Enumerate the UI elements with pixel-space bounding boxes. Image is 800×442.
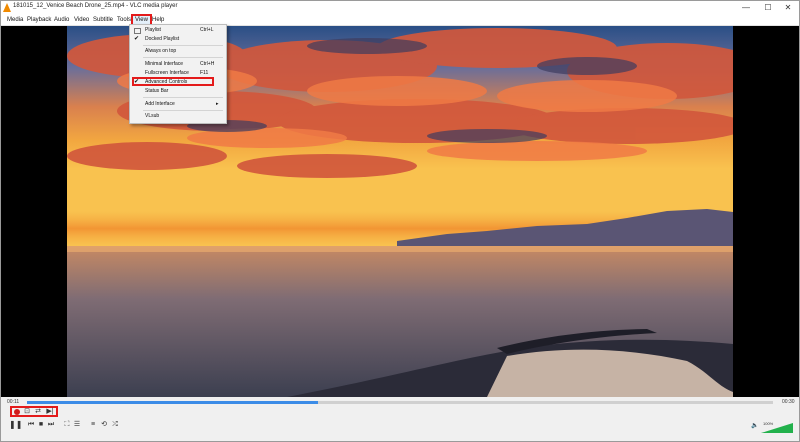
extended-settings-button[interactable]: ☰ <box>73 421 81 429</box>
menu-playback[interactable]: Playback <box>27 16 51 24</box>
title-bar: 181015_12_Venice Beach Drone_25.mp4 - VL… <box>1 1 799 15</box>
vlc-window: 181015_12_Venice Beach Drone_25.mp4 - VL… <box>0 0 800 442</box>
fullscreen-button[interactable]: ⛶ <box>63 421 71 429</box>
menu-separator <box>143 57 223 58</box>
check-icon: ✔ <box>134 36 140 42</box>
pause-icon: ❚❚ <box>9 420 23 429</box>
menu-video[interactable]: Video <box>74 16 89 24</box>
window-title: 181015_12_Venice Beach Drone_25.mp4 - VL… <box>13 3 178 9</box>
menu-subtitle[interactable]: Subtitle <box>93 16 113 24</box>
menu-tools[interactable]: Tools <box>117 16 131 24</box>
shuffle-icon: ⤮ <box>112 421 118 428</box>
record-icon <box>14 409 20 415</box>
menu-separator <box>143 110 223 111</box>
snapshot-icon: ⊡ <box>24 408 30 415</box>
menu-item-status-bar[interactable]: Status Bar <box>130 87 226 96</box>
loop-button[interactable]: ⟲ <box>100 421 108 429</box>
minimize-button[interactable]: — <box>735 1 757 15</box>
frame-step-icon: ▶| <box>46 408 54 415</box>
control-bar: 00:11 00:30 <box>1 397 799 441</box>
pause-button[interactable]: ❚❚ <box>9 420 23 429</box>
volume-percent: 100% <box>763 421 774 426</box>
vlc-cone-icon <box>3 3 11 12</box>
menu-item-add-interface[interactable]: Add Interface ▸ <box>130 100 226 109</box>
snapshot-button[interactable]: ⊡ <box>23 408 31 416</box>
previous-icon: ⏮ <box>27 421 35 428</box>
elapsed-time: 00:11 <box>7 399 20 405</box>
close-button[interactable]: ✕ <box>777 1 799 15</box>
total-time: 00:30 <box>782 399 795 405</box>
playlist-icon <box>134 28 141 34</box>
seek-progress <box>27 401 318 404</box>
mute-button[interactable]: 🔈 <box>751 422 759 430</box>
record-button[interactable] <box>13 408 21 416</box>
menu-separator <box>143 97 223 98</box>
view-menu-dropdown: Playlist Ctrl+L ✔ Docked Playlist Always… <box>129 24 227 124</box>
menu-item-playlist[interactable]: Playlist Ctrl+L <box>130 26 226 35</box>
playlist-button[interactable]: ≡ <box>89 421 97 429</box>
menu-item-vlsub[interactable]: VLsub <box>130 112 226 121</box>
loop-ab-icon: ⇄ <box>35 408 41 415</box>
previous-button[interactable]: ⏮ <box>27 421 35 429</box>
next-icon: ⏭ <box>47 421 55 428</box>
playlist-icon: ≡ <box>90 421 96 428</box>
submenu-arrow-icon: ▸ <box>216 101 219 107</box>
menu-bar: Media Playback Audio Video Subtitle Tool… <box>1 14 799 26</box>
loop-icon: ⟲ <box>101 421 107 428</box>
seek-bar[interactable] <box>27 401 773 404</box>
advanced-controls-highlight <box>132 77 214 86</box>
menu-item-minimal-interface[interactable]: Minimal Interface Ctrl+H <box>130 60 226 69</box>
extended-settings-icon: ☰ <box>73 421 81 428</box>
speaker-icon: 🔈 <box>751 423 759 429</box>
next-button[interactable]: ⏭ <box>47 421 55 429</box>
menu-separator <box>143 45 223 46</box>
video-area[interactable] <box>1 26 799 397</box>
menu-media[interactable]: Media <box>7 16 23 24</box>
menu-view[interactable]: View <box>131 14 152 26</box>
stop-button[interactable]: ■ <box>37 421 45 429</box>
menu-item-always-on-top[interactable]: Always on top <box>130 47 226 56</box>
shuffle-button[interactable]: ⤮ <box>111 421 119 429</box>
loop-ab-button[interactable]: ⇄ <box>34 408 42 416</box>
menu-item-docked-playlist[interactable]: ✔ Docked Playlist <box>130 35 226 44</box>
stop-icon: ■ <box>38 421 44 428</box>
fullscreen-icon: ⛶ <box>64 421 70 428</box>
frame-step-button[interactable]: ▶| <box>45 408 55 416</box>
maximize-button[interactable]: ☐ <box>757 1 779 15</box>
menu-audio[interactable]: Audio <box>54 16 69 24</box>
menu-help[interactable]: Help <box>152 16 164 24</box>
